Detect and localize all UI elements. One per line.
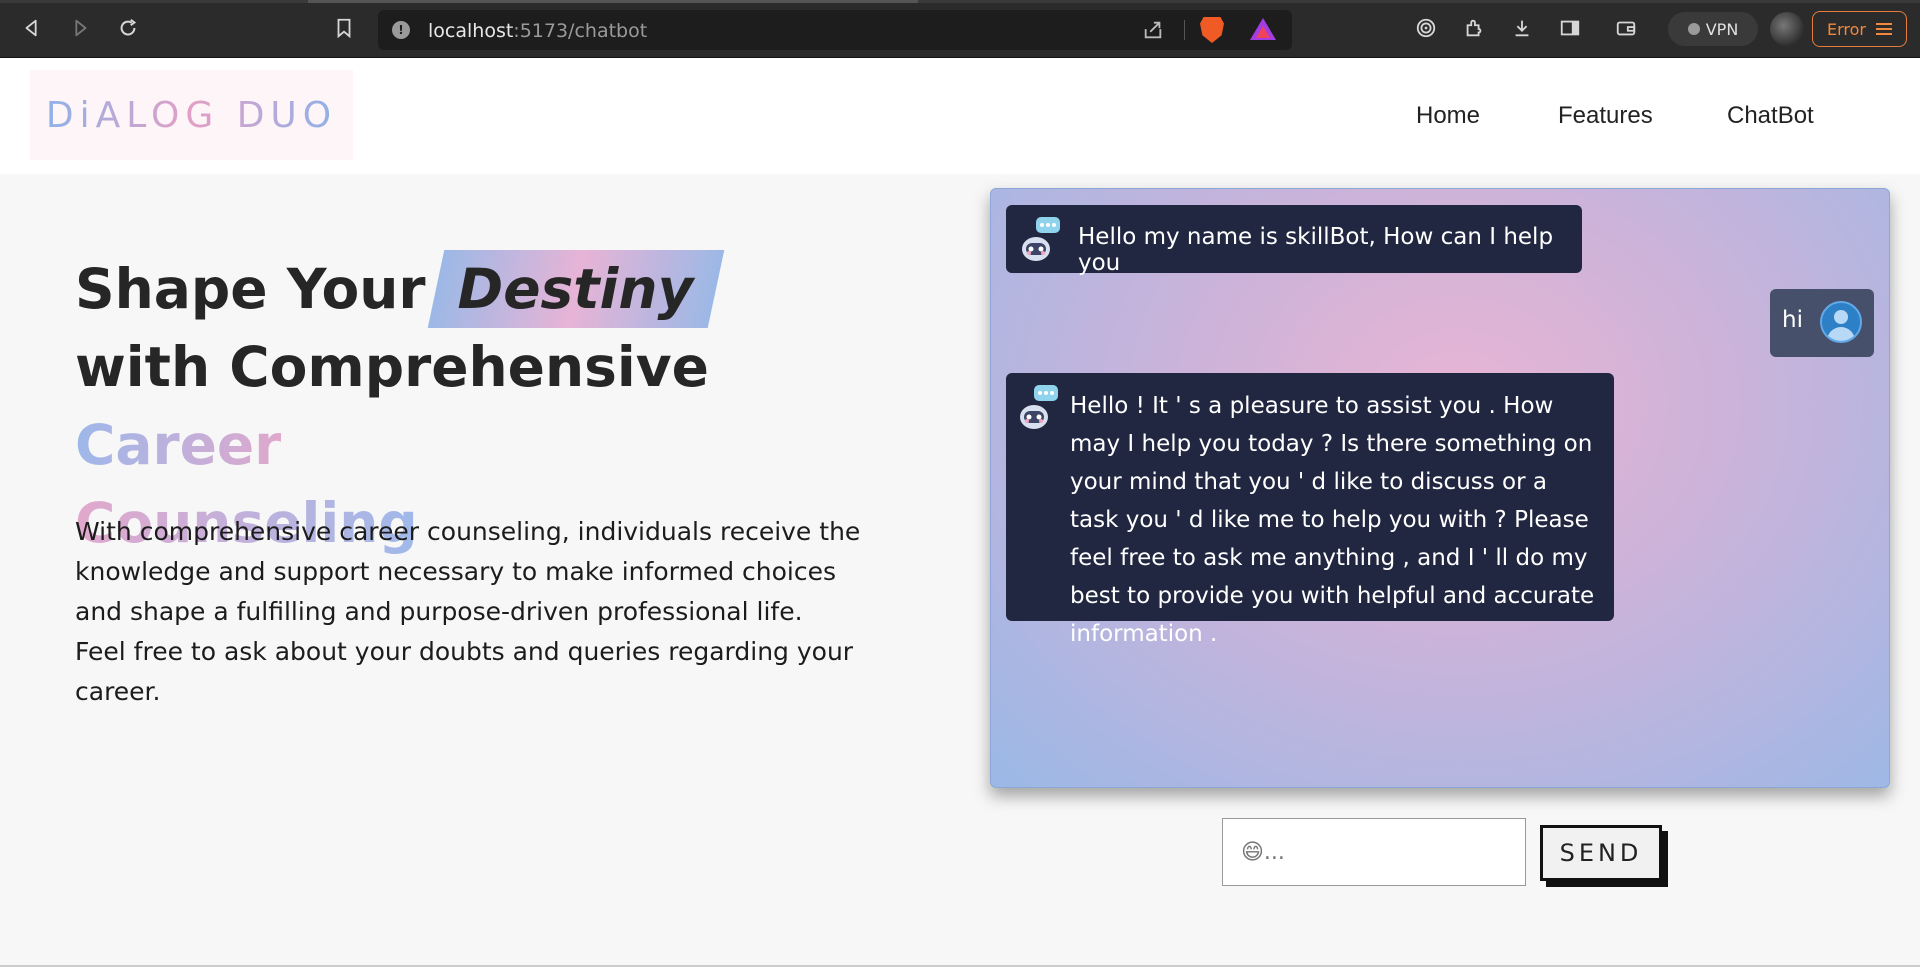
chat-window[interactable]: Hello my name is skillBot, How can I hel… [990,188,1890,788]
bot-message-text: Hello ! It ' s a pleasure to assist you … [1070,393,1595,647]
chat-input[interactable] [1222,818,1526,886]
site-header: DiALOG DUO Home Features ChatBot [0,58,1920,174]
address-bar[interactable]: ! localhost:5173/chatbot [378,10,1292,50]
logo[interactable]: DiALOG DUO [30,70,353,160]
hero-description-2: Feel free to ask about your doubts and q… [75,637,854,706]
reload-icon[interactable] [114,14,142,42]
user-avatar-head [1834,310,1848,324]
error-label: Error [1827,19,1866,39]
hero-title-career: Career [75,413,282,477]
vpn-label: VPN [1705,19,1739,39]
browser-toolbar: ! localhost:5173/chatbot VPN Error [0,0,1920,58]
wallet-icon[interactable] [1612,14,1640,42]
nav-features[interactable]: Features [1558,102,1653,130]
tab-strip [0,0,1920,3]
nav-chatbot[interactable]: ChatBot [1727,102,1814,130]
nav-home[interactable]: Home [1416,102,1480,130]
vpn-status-icon [1687,23,1700,35]
user-message-text: hi [1782,307,1803,333]
hero-title-part1: Shape Your [75,257,426,321]
bot-message: Hello ! It ' s a pleasure to assist you … [1006,373,1614,647]
bot-message: Hello my name is skillBot, How can I hel… [1006,205,1582,276]
share-icon[interactable] [1142,19,1164,45]
user-avatar-icon [1820,301,1862,343]
bot-avatar-icon [1020,385,1058,429]
hamburger-menu-icon [1876,23,1892,35]
user-message: hi [1770,289,1874,357]
bot-message-text: Hello my name is skillBot, How can I hel… [1078,224,1554,276]
hero-title-part2: with Comprehensive [75,335,709,399]
download-icon[interactable] [1508,14,1536,42]
url-host: localhost [428,20,514,42]
hero-description-1: With comprehensive career counseling, in… [75,517,861,626]
extensions-icon[interactable] [1460,14,1488,42]
bot-avatar-icon [1022,217,1060,261]
hero-description: With comprehensive career counseling, in… [75,512,875,712]
error-menu-button[interactable]: Error [1812,11,1907,47]
active-tab-indicator[interactable] [308,0,918,3]
url-separator [1184,20,1185,40]
send-button[interactable]: SEND [1540,825,1662,881]
forward-icon[interactable] [66,14,94,42]
url-path: :5173/chatbot [513,20,648,42]
profile-avatar[interactable] [1770,12,1804,46]
url-text[interactable]: localhost:5173/chatbot [428,20,647,42]
site-info-icon[interactable]: ! [392,21,410,39]
user-avatar-body [1827,327,1855,341]
back-icon[interactable] [18,14,46,42]
sidebar-toggle-icon[interactable] [1556,14,1584,42]
media-icon[interactable] [1412,14,1440,42]
brave-rewards-icon[interactable] [1250,18,1276,40]
bookmark-icon[interactable] [330,14,358,42]
brave-shields-icon[interactable] [1200,17,1224,43]
logo-text: DiALOG DUO [45,94,338,136]
vpn-button[interactable]: VPN [1668,12,1758,46]
hero-title-highlight: Destiny [436,250,716,328]
